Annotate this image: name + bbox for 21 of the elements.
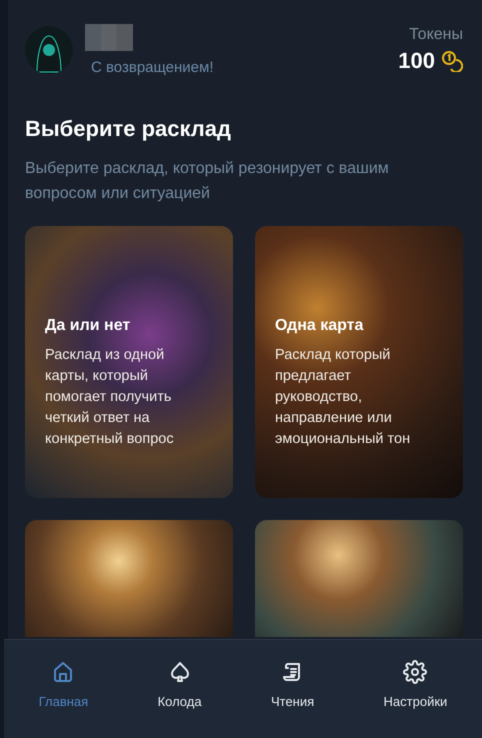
avatar [25, 26, 73, 74]
settings-icon [403, 660, 428, 684]
nav-tab[interactable]: Чтения [264, 660, 320, 712]
nav-tab[interactable]: Главная [32, 660, 94, 712]
spread-card[interactable]: Да или нет Расклад из одной карты, который помогает получить четкий ответ на конкретный вопрос [25, 226, 233, 498]
page-subtitle: Выберите расклад, который резонирует с вашим вопросом или ситуацией [25, 159, 390, 204]
tokens-label: Токены [409, 26, 463, 44]
spread-title: Да или нет [45, 316, 132, 334]
coins-icon [441, 50, 463, 72]
page-title: Выберите расклад [25, 116, 232, 142]
spread-card[interactable] [255, 520, 463, 637]
redacted-name-block [85, 24, 133, 51]
greeting-text: С возвращением! [90, 59, 215, 76]
spread-description: Расклад который предлагает руководство, направление или эмоциональный тон [275, 346, 412, 448]
spread-card[interactable]: Одна карта Расклад который предлагает руководство, направление или эмоциональный тон [255, 226, 463, 498]
spread-description: Расклад из одной карты, который помогает получить четкий ответ на конкретный вопрос [45, 346, 175, 448]
nav-tab[interactable]: Колода [152, 660, 208, 712]
nav-tab[interactable]: Настройки [378, 660, 454, 712]
spread-card[interactable] [25, 520, 233, 637]
tokens-value: 100 [398, 48, 435, 74]
spread-title: Одна карта [275, 316, 364, 334]
